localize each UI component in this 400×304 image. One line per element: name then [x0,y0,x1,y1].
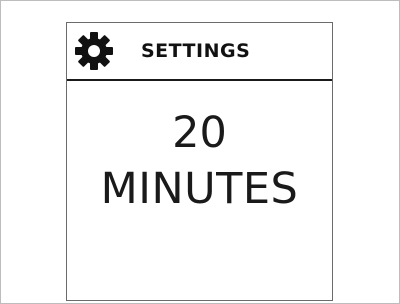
settings-title: SETTINGS [141,40,251,62]
timer-value-display: 20 MINUTES [67,109,332,213]
timer-number: 20 [172,108,227,158]
gear-icon [75,32,113,70]
screen: SETTINGS 20 MINUTES [0,0,400,304]
timer-unit: MINUTES [100,164,299,214]
settings-panel: SETTINGS 20 MINUTES [66,22,333,301]
settings-header[interactable]: SETTINGS [67,23,332,81]
